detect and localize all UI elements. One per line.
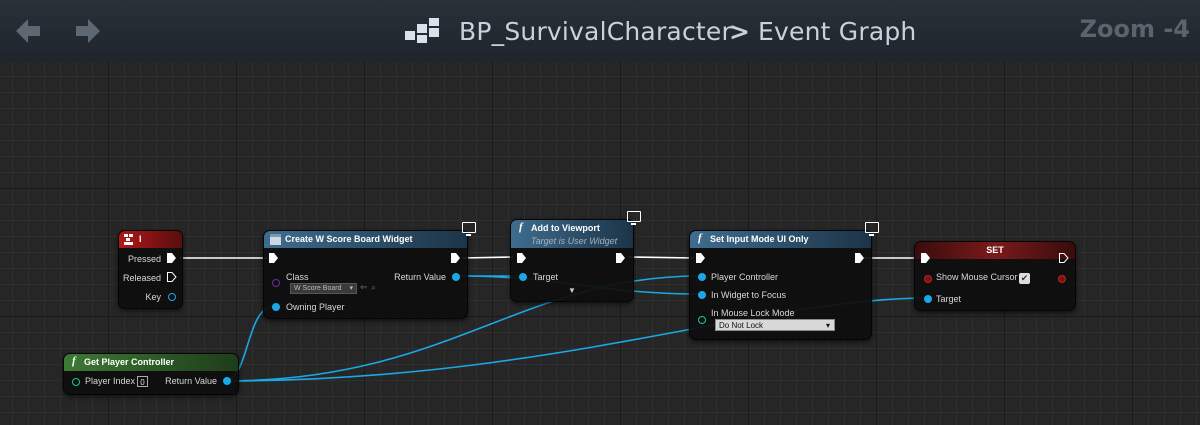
player-index-input[interactable]: 0 [137, 376, 148, 387]
node-header: Set Input Mode UI Only [690, 231, 871, 248]
node-title: Add to Viewport [531, 223, 600, 233]
return-value-pin[interactable] [223, 377, 231, 385]
node-title: Set Input Mode UI Only [710, 234, 809, 244]
mouse-lock-mode-value: Do Not Lock [719, 321, 764, 330]
pin-label-return-value: Return Value [394, 272, 446, 282]
exec-wire-create-add [461, 256, 514, 259]
latent-monitor-icon [865, 222, 879, 236]
use-selected-arrow-icon[interactable]: ⇐ [360, 282, 368, 293]
node-header: SET [915, 242, 1075, 259]
get-player-controller-node[interactable]: Get Player Controller f Player Index 0 R… [63, 353, 239, 395]
player-controller-pin[interactable] [698, 273, 706, 281]
pin-label-return-value: Return Value [165, 376, 217, 386]
node-header: Create W Score Board Widget [264, 231, 467, 248]
pin-label-widget-to-focus: In Widget to Focus [711, 290, 787, 300]
pin-label-player-index: Player Index [85, 376, 136, 386]
pin-label-show-mouse-cursor: Show Mouse Cursor [936, 272, 1018, 282]
widget-to-focus-pin[interactable] [698, 291, 706, 299]
exec-out-pin[interactable] [616, 253, 626, 264]
owning-player-pin[interactable] [272, 303, 280, 311]
pin-label-target: Target [533, 272, 559, 282]
target-pin[interactable] [924, 295, 932, 303]
mouse-lock-mode-select[interactable]: Do Not Lock ▾ [715, 319, 835, 331]
show-mouse-cursor-checkbox[interactable]: ✔ [1019, 273, 1030, 284]
pin-label-key: Key [145, 292, 161, 302]
class-input-pin[interactable] [272, 279, 280, 287]
pin-label-target: Target [936, 294, 962, 304]
class-select[interactable]: W Score Board ▾ [290, 283, 357, 294]
exec-out-pin[interactable] [451, 253, 461, 264]
key-output-pin[interactable] [168, 293, 176, 301]
exec-in-pin[interactable] [269, 253, 279, 264]
node-header: Get Player Controller [64, 354, 238, 371]
node-title: SET [986, 245, 1004, 255]
exec-out-pin[interactable] [1059, 253, 1069, 264]
latent-monitor-icon [627, 211, 641, 225]
key-i-event-node[interactable]: I Pressed Released Key [118, 230, 183, 309]
node-title: I [139, 234, 142, 244]
exec-out-pin[interactable] [855, 253, 865, 264]
exec-in-pin[interactable] [921, 253, 931, 264]
function-icon: f [519, 221, 523, 233]
pin-label-pressed: Pressed [127, 254, 161, 264]
function-icon: f [72, 355, 76, 367]
set-variable-node[interactable]: SET Show Mouse Cursor ✔ Target [914, 241, 1076, 311]
class-select-value: W Score Board [294, 285, 342, 292]
latent-monitor-icon [462, 222, 476, 236]
player-index-pin[interactable] [72, 378, 80, 386]
browse-search-icon[interactable]: ⌕ [371, 282, 376, 293]
mouse-lock-mode-pin[interactable] [698, 316, 706, 324]
pin-label-class: Class [286, 272, 309, 282]
widget-icon [270, 234, 281, 245]
return-value-pin[interactable] [452, 273, 460, 281]
node-title: Create W Score Board Widget [285, 234, 413, 244]
pin-label-mouse-lock-mode: In Mouse Lock Mode [711, 308, 795, 318]
chevron-down-icon: ▾ [825, 321, 830, 330]
pin-label-player-controller: Player Controller [711, 272, 779, 282]
expand-arrow-icon[interactable]: ▼ [568, 286, 576, 295]
chevron-down-icon: ▾ [349, 285, 353, 292]
exec-in-pin[interactable] [517, 253, 527, 264]
show-mouse-cursor-in-pin[interactable] [924, 275, 932, 283]
pin-label-released: Released [122, 273, 161, 283]
node-title: Get Player Controller [84, 357, 175, 367]
exec-in-pin[interactable] [696, 253, 706, 264]
exec-out-pressed-pin[interactable] [167, 253, 177, 264]
add-to-viewport-node[interactable]: Add to Viewport f Target is User Widget … [510, 219, 634, 302]
exec-out-released-pin[interactable] [167, 272, 177, 283]
target-pin[interactable] [519, 273, 527, 281]
show-mouse-cursor-out-pin[interactable] [1058, 275, 1066, 283]
pin-label-owning-player: Owning Player [286, 302, 345, 312]
set-input-mode-node[interactable]: Set Input Mode UI Only f Player Controll… [689, 230, 872, 340]
exec-wire-add-setinput [627, 256, 695, 259]
keyboard-icon [124, 234, 133, 245]
function-icon: f [698, 232, 702, 244]
node-subtitle: Target is User Widget [531, 236, 618, 246]
create-widget-node[interactable]: Create W Score Board Widget Class W Scor… [263, 230, 468, 319]
